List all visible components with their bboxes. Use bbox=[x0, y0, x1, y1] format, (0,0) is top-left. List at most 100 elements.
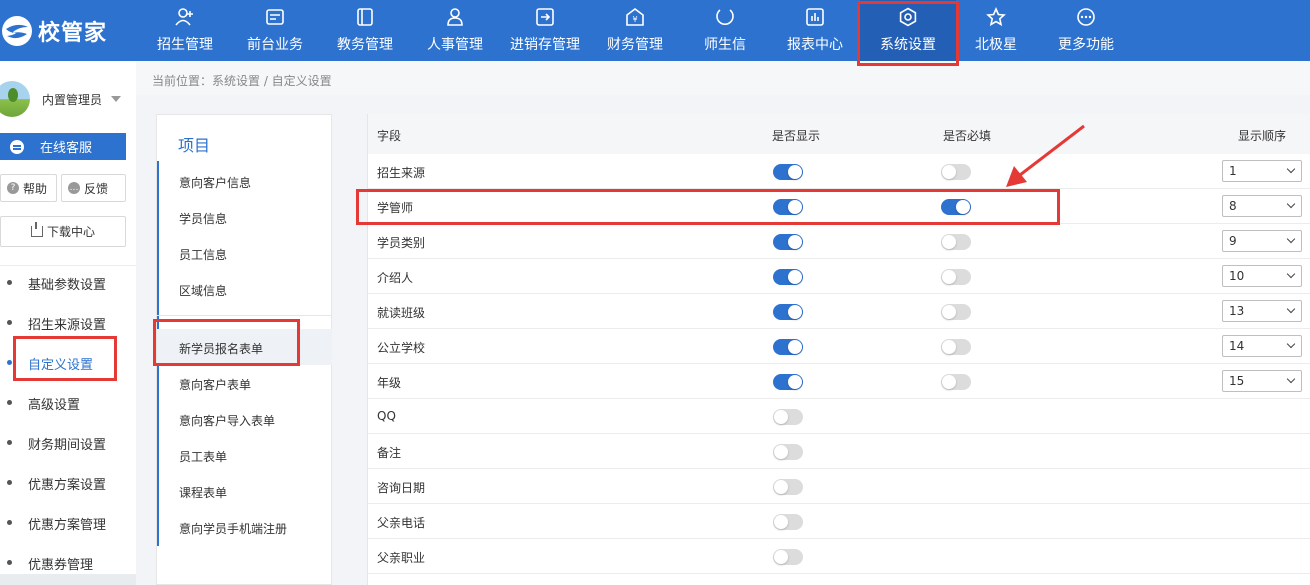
table-row: 年级 15 bbox=[368, 364, 1310, 399]
breadcrumb-text: 当前位置：系统设置 / 自定义设置 bbox=[152, 74, 332, 88]
show-toggle[interactable] bbox=[773, 304, 803, 320]
sidebar-item-fiscal-period[interactable]: 财务期间设置 bbox=[0, 422, 136, 462]
project-item[interactable]: 意向客户导入表单 bbox=[157, 401, 332, 437]
table-row: 招生来源 1 bbox=[368, 154, 1310, 189]
show-toggle[interactable] bbox=[773, 549, 803, 565]
field-table: 字段 是否显示 是否必填 显示顺序 招生来源 1 学管师 8 学员类别 9 介绍人 10 就读班… bbox=[367, 114, 1310, 585]
table-row: QQ bbox=[368, 399, 1310, 434]
online-service-button[interactable]: 在线客服 bbox=[0, 133, 126, 160]
field-name: 父亲电话 bbox=[377, 516, 426, 530]
nav-label: 北极星 bbox=[975, 37, 1017, 53]
bullet-icon bbox=[7, 560, 12, 565]
nav-item-messages[interactable]: 师生信 bbox=[680, 0, 770, 61]
show-toggle[interactable] bbox=[773, 339, 803, 355]
show-toggle[interactable] bbox=[773, 514, 803, 530]
avatar bbox=[0, 81, 30, 117]
field-name: 招生来源 bbox=[377, 166, 426, 180]
nav-item-reports[interactable]: 报表中心 bbox=[770, 0, 860, 61]
sidebar-item-discount-manage[interactable]: 优惠方案管理 bbox=[0, 502, 136, 542]
table-row: 父亲职业 bbox=[368, 539, 1310, 574]
nav-item-finance[interactable]: ¥ 财务管理 bbox=[590, 0, 680, 61]
app-logo[interactable]: 校管家 bbox=[0, 12, 107, 50]
more-icon bbox=[1077, 8, 1095, 26]
nav-item-frontdesk[interactable]: 前台业务 bbox=[230, 0, 320, 61]
required-toggle[interactable] bbox=[941, 374, 971, 390]
left-sidebar: 内置管理员 在线客服 ? 帮助 … 反馈 下载中心 基础参数设置 招生来源设置 … bbox=[0, 61, 136, 585]
download-center-button[interactable]: 下载中心 bbox=[0, 216, 126, 247]
project-item[interactable]: 意向客户信息 bbox=[157, 163, 332, 199]
bullet-icon bbox=[7, 400, 12, 405]
project-item[interactable]: 员工表单 bbox=[157, 437, 332, 473]
help-label: 帮助 bbox=[23, 181, 48, 196]
nav-label: 系统设置 bbox=[880, 37, 936, 53]
order-value: 1 bbox=[1229, 164, 1237, 178]
show-toggle[interactable] bbox=[773, 479, 803, 495]
sidebar-item-discount-settings[interactable]: 优惠方案设置 bbox=[0, 462, 136, 502]
required-toggle[interactable] bbox=[941, 339, 971, 355]
required-toggle[interactable] bbox=[941, 269, 971, 285]
user-menu[interactable]: 内置管理员 bbox=[0, 79, 136, 119]
nav-item-settings[interactable]: 系统设置 bbox=[860, 0, 956, 61]
order-select[interactable]: 1 bbox=[1222, 160, 1302, 182]
sidebar-item-enroll-source[interactable]: 招生来源设置 bbox=[0, 302, 136, 342]
feedback-button[interactable]: … 反馈 bbox=[61, 174, 126, 202]
nav-label: 进销存管理 bbox=[510, 37, 580, 53]
order-select[interactable]: 8 bbox=[1222, 195, 1302, 217]
required-toggle[interactable] bbox=[941, 199, 971, 215]
nav-item-inventory[interactable]: 进销存管理 bbox=[500, 0, 590, 61]
show-toggle[interactable] bbox=[773, 164, 803, 180]
sidebar-item-advanced[interactable]: 高级设置 bbox=[0, 382, 136, 422]
show-toggle[interactable] bbox=[773, 444, 803, 460]
chat-icon bbox=[716, 9, 734, 25]
user-name: 内置管理员 bbox=[42, 93, 103, 107]
order-select[interactable]: 13 bbox=[1222, 300, 1302, 322]
order-select[interactable]: 9 bbox=[1222, 230, 1302, 252]
show-toggle[interactable] bbox=[773, 269, 803, 285]
nav-item-polaris[interactable]: 北极星 bbox=[956, 0, 1036, 61]
project-item[interactable]: 课程表单 bbox=[157, 473, 332, 509]
inventory-icon bbox=[536, 8, 554, 26]
nav-item-academic[interactable]: 教务管理 bbox=[320, 0, 410, 61]
project-item[interactable]: 学员信息 bbox=[157, 199, 332, 235]
bullet-icon bbox=[7, 520, 12, 525]
nav-label: 财务管理 bbox=[607, 37, 663, 53]
project-item[interactable]: 意向学员手机端注册 bbox=[157, 509, 332, 545]
show-toggle[interactable] bbox=[773, 234, 803, 250]
required-toggle[interactable] bbox=[941, 164, 971, 180]
chevron-down-icon bbox=[1286, 339, 1296, 349]
nav-label: 前台业务 bbox=[247, 37, 303, 53]
field-name: 咨询日期 bbox=[377, 481, 426, 495]
sidebar-item-basic-params[interactable]: 基础参数设置 bbox=[0, 262, 136, 302]
table-row: 学管师 8 bbox=[368, 189, 1310, 224]
order-select[interactable]: 14 bbox=[1222, 335, 1302, 357]
order-select[interactable]: 15 bbox=[1222, 370, 1302, 392]
download-label: 下载中心 bbox=[46, 225, 95, 239]
project-item[interactable]: 意向客户表单 bbox=[157, 365, 332, 401]
required-toggle[interactable] bbox=[941, 234, 971, 250]
breadcrumb: 当前位置：系统设置 / 自定义设置 bbox=[136, 61, 1310, 95]
project-item[interactable]: 区域信息 bbox=[157, 271, 332, 307]
nav-label: 报表中心 bbox=[787, 37, 843, 53]
sidebar-item-label: 财务期间设置 bbox=[28, 438, 107, 453]
header-order: 显示顺序 bbox=[1238, 129, 1287, 143]
question-icon: ? bbox=[7, 182, 19, 194]
field-name: 父亲职业 bbox=[377, 551, 426, 565]
field-name: 备注 bbox=[377, 446, 402, 460]
help-button[interactable]: ? 帮助 bbox=[0, 174, 57, 202]
nav-item-enrollment[interactable]: 招生管理 bbox=[140, 0, 230, 61]
sidebar-item-custom-settings[interactable]: 自定义设置 bbox=[0, 342, 136, 382]
chevron-down-icon bbox=[1286, 164, 1296, 174]
chevron-down-icon bbox=[1286, 374, 1296, 384]
show-toggle[interactable] bbox=[773, 199, 803, 215]
order-select[interactable]: 10 bbox=[1222, 265, 1302, 287]
project-item-active[interactable]: 新学员报名表单 bbox=[157, 329, 332, 365]
show-toggle[interactable] bbox=[773, 374, 803, 390]
project-item[interactable]: 员工信息 bbox=[157, 235, 332, 271]
field-name: 学管师 bbox=[377, 201, 414, 215]
table-header: 字段 是否显示 是否必填 显示顺序 bbox=[368, 114, 1310, 154]
chevron-down-icon bbox=[1286, 269, 1296, 279]
show-toggle[interactable] bbox=[773, 409, 803, 425]
nav-item-hr[interactable]: 人事管理 bbox=[410, 0, 500, 61]
nav-item-more[interactable]: 更多功能 bbox=[1036, 0, 1136, 61]
required-toggle[interactable] bbox=[941, 304, 971, 320]
